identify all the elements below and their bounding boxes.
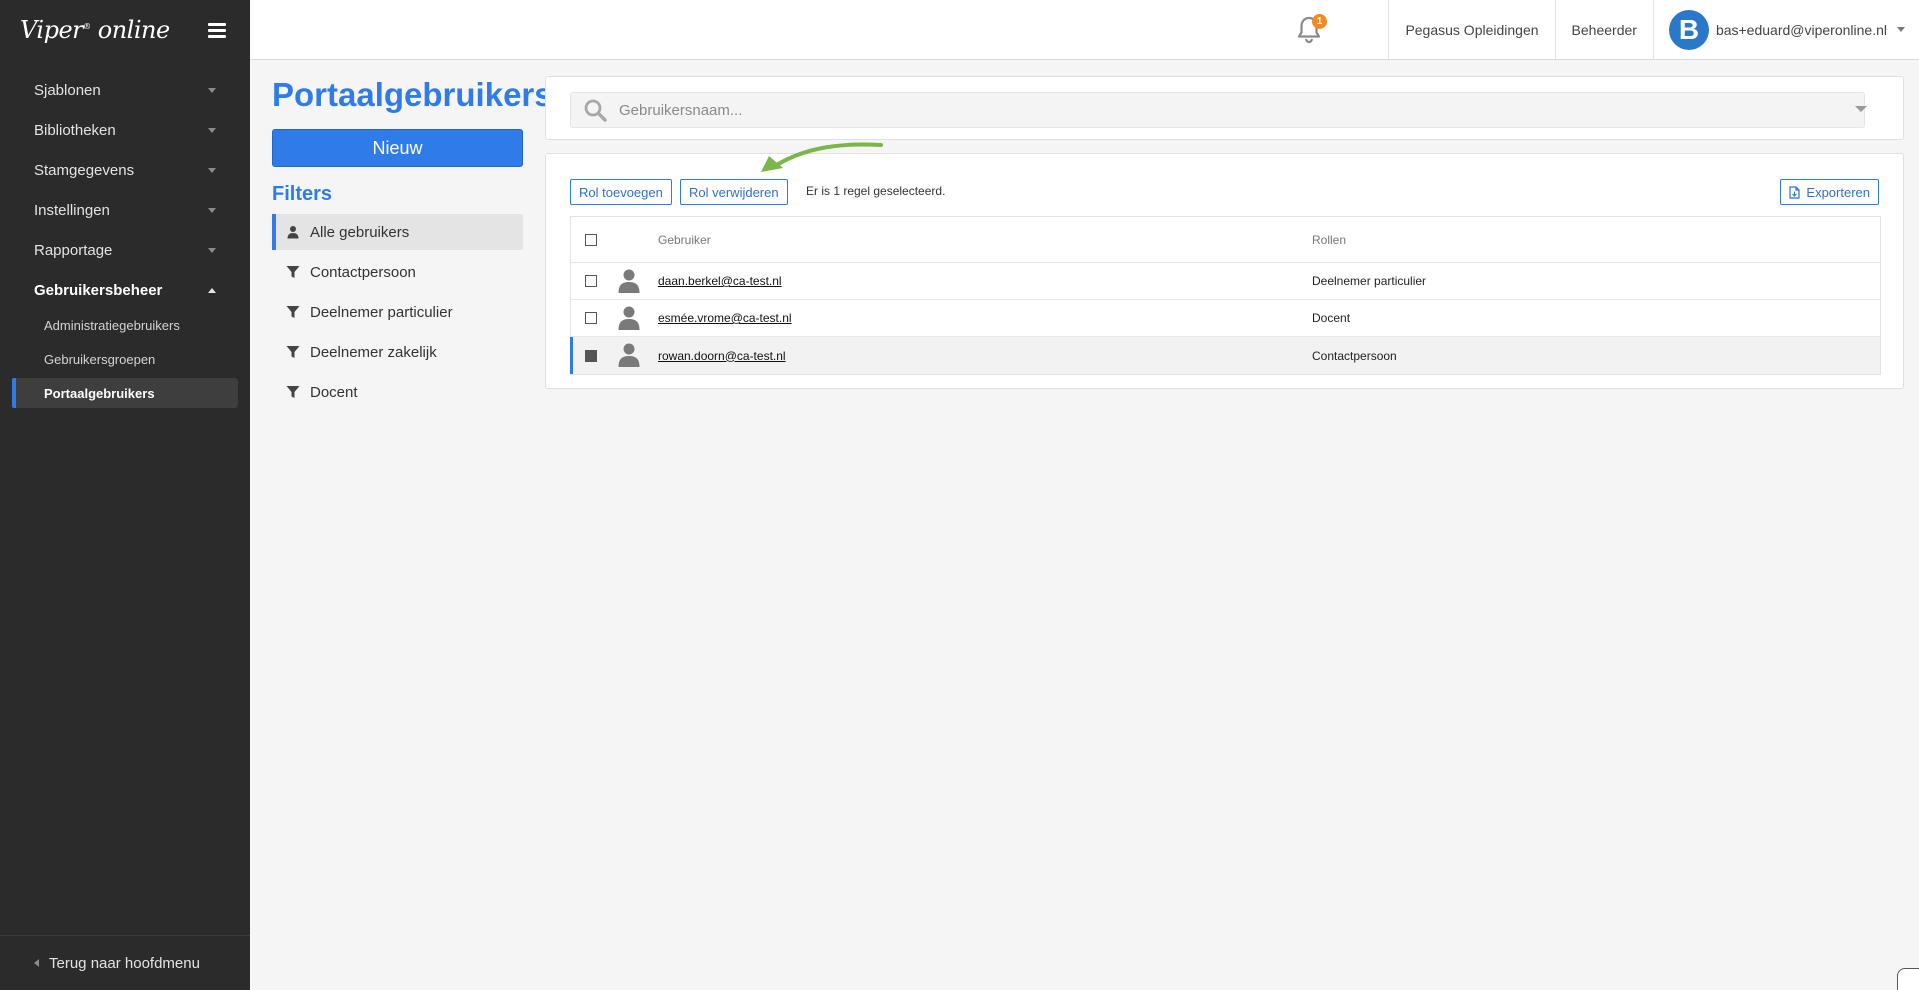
table-row-selected[interactable]: rowan.doorn@ca-test.nl Contactpersoon	[570, 337, 1880, 374]
sidebar-item-stamgegevens[interactable]: Stamgegevens	[0, 150, 250, 190]
table-row[interactable]: esmée.vrome@ca-test.nl Docent	[571, 300, 1880, 337]
hamburger-menu-icon[interactable]	[208, 22, 226, 38]
top-bar: 1 Pegasus Opleidingen Beheerder B bas+ed…	[250, 0, 1919, 60]
sidebar-item-label: Instellingen	[34, 201, 110, 219]
filter-icon	[286, 266, 300, 278]
filter-icon	[286, 346, 300, 358]
back-to-main-menu[interactable]: Terug naar hoofdmenu	[0, 935, 250, 990]
filter-icon	[286, 386, 300, 398]
sidebar-item-label: Rapportage	[34, 241, 113, 259]
notification-count-badge: 1	[1312, 14, 1327, 29]
filter-contactpersoon[interactable]: Contactpersoon	[272, 254, 523, 290]
sidebar-item-instellingen[interactable]: Instellingen	[0, 190, 250, 230]
users-table-panel: Rol toevoegen Rol verwijderen Er is 1 re…	[545, 153, 1904, 389]
user-role: Docent	[1312, 311, 1351, 325]
search-input[interactable]	[619, 101, 1819, 119]
avatar: B	[1668, 9, 1709, 50]
row-checkbox[interactable]	[585, 275, 597, 287]
users-table: Gebruiker Rollen daan.berkel@ca-test.nl …	[570, 216, 1881, 375]
chevron-down-icon	[1897, 27, 1905, 32]
user-avatar-icon	[618, 269, 640, 293]
chevron-left-icon	[34, 959, 39, 967]
filter-label: Alle gebruikers	[310, 223, 410, 241]
sidebar-item-bibliotheken[interactable]: Bibliotheken	[0, 110, 250, 150]
user-avatar-icon	[618, 343, 640, 367]
chevron-down-icon	[208, 87, 216, 93]
chevron-up-icon	[208, 287, 216, 293]
filter-alle-gebruikers[interactable]: Alle gebruikers	[272, 214, 523, 250]
search-options-dropdown-icon[interactable]	[1855, 106, 1867, 112]
filters-title: Filters	[272, 183, 333, 205]
row-checkbox[interactable]	[585, 312, 597, 324]
sidebar-item-label: Stamgegevens	[34, 161, 135, 179]
corner-tool-icon[interactable]	[1897, 968, 1919, 990]
sidebar-item-sjablonen[interactable]: Sjablonen	[0, 70, 250, 110]
sidebar-submenu: Administratiegebruikers Gebruikersgroepe…	[0, 310, 250, 408]
filter-icon	[286, 306, 300, 318]
filter-deelnemer-particulier[interactable]: Deelnemer particulier	[272, 294, 523, 330]
user-email-link[interactable]: rowan.doorn@ca-test.nl	[658, 349, 786, 363]
logo-registered-mark: ®	[83, 22, 91, 31]
new-button[interactable]: Nieuw	[272, 129, 523, 167]
table-header: Gebruiker Rollen	[571, 217, 1880, 263]
search-icon	[584, 99, 607, 122]
notification-bell-icon[interactable]: 1	[1296, 14, 1327, 46]
user-email-link[interactable]: esmée.vrome@ca-test.nl	[658, 311, 792, 325]
row-checkbox-checked[interactable]	[585, 349, 597, 362]
logo-suffix: online	[90, 16, 170, 44]
search-panel	[545, 76, 1904, 140]
column-header-roles[interactable]: Rollen	[1312, 233, 1346, 247]
sidebar-item-rapportage[interactable]: Rapportage	[0, 230, 250, 270]
role-switcher[interactable]: Beheerder	[1554, 0, 1653, 60]
user-menu[interactable]: B bas+eduard@viperonline.nl	[1652, 0, 1919, 60]
remove-role-button[interactable]: Rol verwijderen	[680, 179, 788, 205]
sidebar-item-label: Gebruikersbeheer	[34, 281, 163, 299]
logo-text: Viper	[20, 16, 84, 44]
sidebar-item-gebruikersbeheer[interactable]: Gebruikersbeheer	[0, 270, 250, 310]
annotation-arrow-icon	[761, 142, 883, 172]
filter-docent[interactable]: Docent	[272, 374, 523, 410]
search-box	[570, 92, 1865, 128]
export-button[interactable]: Exporteren	[1780, 179, 1879, 205]
selection-status: Er is 1 regel geselecteerd.	[806, 184, 946, 198]
document-export-icon	[1789, 185, 1801, 199]
sidebar-subitem-gebruikersgroepen[interactable]: Gebruikersgroepen	[12, 344, 238, 374]
column-header-user[interactable]: Gebruiker	[658, 233, 711, 247]
export-button-label: Exporteren	[1806, 184, 1870, 200]
page-title: Portaalgebruikers	[272, 76, 553, 113]
user-icon	[287, 226, 299, 239]
filter-list: Alle gebruikers Contactpersoon Deelnemer…	[272, 214, 523, 414]
filter-deelnemer-zakelijk[interactable]: Deelnemer zakelijk	[272, 334, 523, 370]
back-to-main-menu-label: Terug naar hoofdmenu	[49, 954, 200, 972]
user-role: Deelnemer particulier	[1312, 274, 1427, 288]
sidebar-subitem-administratiegebruikers[interactable]: Administratiegebruikers	[12, 310, 238, 340]
add-role-button[interactable]: Rol toevoegen	[570, 179, 672, 205]
sidebar-item-label: Bibliotheken	[34, 121, 116, 139]
user-email-link[interactable]: daan.berkel@ca-test.nl	[658, 274, 782, 288]
filter-label: Docent	[310, 383, 358, 401]
table-row[interactable]: daan.berkel@ca-test.nl Deelnemer particu…	[571, 263, 1880, 300]
user-email: bas+eduard@viperonline.nl	[1715, 21, 1887, 38]
sidebar: Viper® online Sjablonen Bibliotheken Sta…	[0, 0, 250, 990]
sidebar-item-label: Sjablonen	[34, 81, 101, 99]
sidebar-subitem-portaalgebruikers[interactable]: Portaalgebruikers	[12, 378, 238, 408]
select-all-checkbox[interactable]	[585, 233, 597, 246]
chevron-down-icon	[208, 207, 216, 213]
chevron-down-icon	[208, 127, 216, 133]
brand-bar: Viper® online	[0, 0, 250, 60]
logo[interactable]: Viper® online	[20, 16, 170, 44]
user-role: Contactpersoon	[1312, 348, 1397, 363]
filter-label: Deelnemer particulier	[310, 303, 453, 321]
filter-label: Deelnemer zakelijk	[310, 343, 437, 361]
organization-switcher[interactable]: Pegasus Opleidingen	[1388, 0, 1554, 60]
sidebar-nav: Sjablonen Bibliotheken Stamgegevens Inst…	[0, 70, 250, 408]
chevron-down-icon	[208, 167, 216, 173]
user-avatar-icon	[618, 306, 640, 330]
filter-label: Contactpersoon	[310, 263, 416, 281]
chevron-down-icon	[208, 247, 216, 253]
